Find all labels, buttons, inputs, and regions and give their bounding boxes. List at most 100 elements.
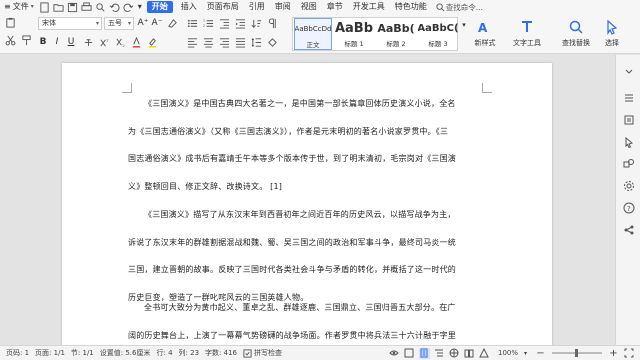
help-icon[interactable]: ? [622, 201, 635, 214]
find-replace-button[interactable]: 查找替换 [556, 18, 596, 48]
share-icon[interactable] [622, 223, 635, 236]
style-name: 标题 1 [344, 40, 364, 48]
grow-font-button[interactable]: A⁺ [138, 17, 149, 29]
quick-access-more-icon[interactable]: ▾ [136, 0, 144, 14]
justify-icon[interactable] [234, 36, 246, 48]
style-gallery-expand-icon[interactable]: ▾ [460, 19, 468, 31]
font-name-select[interactable]: 宋体 ▾ [38, 17, 102, 30]
status-word-count[interactable]: 字数: 416 [205, 348, 237, 358]
save-icon[interactable] [67, 1, 79, 13]
page-view-icon[interactable] [418, 347, 430, 359]
strikethrough-icon[interactable] [82, 36, 94, 48]
properties-icon[interactable] [622, 91, 635, 104]
reading-mode-icon[interactable] [464, 348, 475, 359]
zoom-slider[interactable] [552, 349, 602, 357]
tab-references[interactable]: 引用 [244, 0, 270, 14]
show-marks-icon[interactable] [266, 17, 278, 29]
style-heading-3[interactable]: AaBbC( 标题 3 [418, 18, 458, 50]
chevron-down-icon: ▾ [30, 3, 34, 10]
text-line: 全书可大致分为黄巾起义、董卓之乱、群雄逐鹿、三国鼎立、三国归晋五大部分。在广 [144, 303, 456, 312]
eye-icon[interactable] [389, 348, 400, 359]
zoom-in-icon[interactable]: + [608, 348, 619, 359]
tab-chapter[interactable]: 章节 [322, 0, 348, 14]
new-style-button[interactable]: A 新样式 [470, 18, 500, 48]
shapes-icon[interactable] [622, 157, 635, 170]
document-area[interactable]: 《三国演义》是中国古典四大名著之一，是中国第一部长篇章回体历史演义小说，全名 为… [0, 55, 615, 345]
full-screen-view-icon[interactable] [404, 348, 415, 359]
bullet-list-icon[interactable] [186, 17, 198, 29]
tab-home[interactable]: 开始 [146, 1, 173, 13]
selection-icon[interactable] [622, 135, 635, 148]
document-page[interactable]: 《三国演义》是中国古典四大名著之一，是中国第一部长篇章回体历史演义小说，全名 为… [62, 63, 552, 345]
style-normal[interactable]: AaBbCcDd 正文 [294, 18, 332, 50]
sort-icon[interactable] [250, 17, 262, 29]
svg-text:A: A [478, 21, 488, 35]
web-view-icon[interactable] [449, 348, 460, 359]
style-heading-1[interactable]: AaBb 标题 1 [334, 18, 374, 50]
clear-format-icon[interactable] [166, 17, 178, 29]
preview-icon[interactable] [95, 1, 107, 13]
text-tools-button[interactable]: 文字工具 [508, 18, 546, 48]
text-line: 《三国演义》描写了从东汉末年到西晋初年之间近百年的历史风云，以描写战争为主， [144, 210, 456, 219]
increase-indent-icon[interactable] [234, 17, 246, 29]
margin-corner-mark [482, 83, 492, 93]
align-center-icon[interactable] [202, 36, 214, 48]
command-search[interactable]: 查找命令... [436, 2, 483, 13]
tab-page-layout[interactable]: 页面布局 [202, 0, 244, 14]
tab-developer[interactable]: 开发工具 [348, 0, 390, 14]
subscript-icon[interactable]: 2 [114, 36, 126, 48]
style-panel-icon[interactable] [622, 113, 635, 126]
new-doc-icon[interactable] [39, 1, 51, 13]
paste-icon[interactable] [4, 16, 16, 28]
align-left-icon[interactable] [186, 36, 198, 48]
style-heading-2[interactable]: AaBb( 标题 2 [376, 18, 416, 50]
command-search-label: 查找命令... [445, 2, 483, 12]
bold-button[interactable]: B [38, 36, 48, 48]
format-painter-icon[interactable] [20, 34, 32, 46]
ribbon-home: 宋体 ▾ 五号 ▾ A⁺ A⁻ B I U 2 2 12 AaBbCcDd 正文… [0, 14, 640, 54]
style-name: 标题 3 [428, 40, 448, 48]
numbered-list-icon[interactable]: 12 [202, 17, 214, 29]
style-name: 标题 2 [386, 40, 406, 48]
svg-text:?: ? [627, 205, 631, 213]
zoom-dropdown-icon[interactable]: ▾ [520, 348, 531, 359]
shading-icon[interactable] [266, 36, 278, 48]
redo-icon[interactable] [123, 1, 135, 13]
superscript-icon[interactable]: 2 [98, 36, 110, 48]
fit-page-icon[interactable] [623, 348, 634, 359]
spell-check-button[interactable]: 拼写检查 [243, 348, 282, 358]
select-button[interactable]: 选择 [600, 18, 624, 48]
cut-icon[interactable] [4, 34, 16, 46]
settings-icon[interactable] [622, 179, 635, 192]
font-size-select[interactable]: 五号 ▾ [104, 17, 134, 30]
right-side-panel: ? [615, 55, 640, 345]
view-controls: 100% ▾ − + [387, 346, 636, 360]
style-preview: AaBbC( [418, 22, 458, 34]
undo-icon[interactable] [109, 1, 121, 13]
eye-protection-icon[interactable] [479, 348, 490, 359]
print-icon[interactable] [81, 1, 93, 13]
style-gallery: AaBbCcDd 正文 AaBb 标题 1 AaBb( 标题 2 AaBbC( … [292, 17, 458, 51]
outline-view-icon[interactable] [434, 348, 445, 359]
font-color-icon[interactable] [130, 36, 142, 48]
text-line: 三国，建立晋朝的故事。反映了三国时代各类社会斗争与矛盾的转化，并概括了这一时代的 [128, 265, 456, 274]
file-menu[interactable]: ≡ 文件 ▾ [0, 0, 38, 14]
underline-button[interactable]: U [66, 36, 76, 48]
tab-review[interactable]: 审阅 [270, 0, 296, 14]
tab-insert[interactable]: 插入 [176, 0, 202, 14]
italic-button[interactable]: I [52, 36, 62, 48]
shrink-font-button[interactable]: A⁻ [152, 17, 163, 29]
line-spacing-icon[interactable] [250, 36, 262, 48]
open-folder-icon[interactable] [53, 1, 65, 13]
font-size-value: 五号 [108, 19, 122, 27]
zoom-value[interactable]: 100% [498, 349, 518, 357]
align-right-icon[interactable] [218, 36, 230, 48]
decrease-indent-icon[interactable] [218, 17, 230, 29]
zoom-out-icon[interactable]: − [535, 348, 546, 359]
tab-view[interactable]: 视图 [296, 0, 322, 14]
tab-special-features[interactable]: 特色功能 [390, 0, 432, 14]
highlight-icon[interactable] [146, 36, 158, 48]
style-preview: AaBb [334, 20, 374, 36]
zoom-slider-handle[interactable] [575, 349, 578, 357]
collapse-panel-icon[interactable] [622, 65, 635, 78]
